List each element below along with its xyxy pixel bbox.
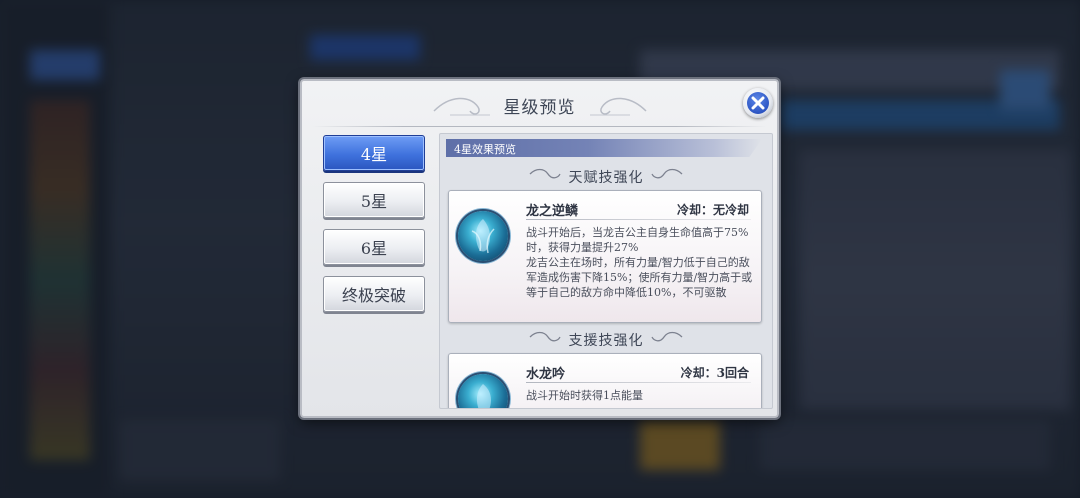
section-title-support: 支援技强化	[440, 330, 772, 350]
skill-cooldown: 冷却：无冷却	[676, 203, 749, 217]
section-right-ornament-icon	[651, 168, 683, 179]
section-right-ornament-icon	[651, 331, 683, 342]
close-button[interactable]	[743, 88, 773, 118]
tab-4-star[interactable]: 4星	[323, 135, 425, 171]
panel-header-label: 4星效果预览	[454, 143, 516, 156]
dialog-title: 星级预览	[503, 98, 576, 118]
card-divider	[526, 382, 751, 383]
dragon-skill-icon	[458, 211, 508, 261]
section-left-ornament-icon	[529, 168, 561, 179]
tab-ultimate-breakthrough[interactable]: 终极突破	[323, 276, 425, 312]
card-divider	[526, 219, 751, 220]
skill-description: 战斗开始时获得1点能量	[526, 389, 643, 402]
water-dragon-skill-icon	[458, 374, 508, 408]
skill-name: 水龙吟	[526, 367, 566, 382]
close-x-icon	[751, 96, 765, 110]
tab-5-star[interactable]: 5星	[323, 182, 425, 218]
skill-card-talent: 龙之逆鳞 冷却：无冷却 战斗开始后，当龙吉公主自身生命值高于75%时，获得力量提…	[448, 190, 762, 323]
section-left-ornament-icon	[529, 331, 561, 342]
skill-card-support: 水龙吟 冷却：3回合 战斗开始时获得1点能量	[448, 353, 762, 408]
section-title-talent: 天赋技强化	[440, 167, 772, 187]
skill-name: 龙之逆鳞	[526, 204, 579, 219]
skill-cooldown: 冷却：3回合	[680, 366, 749, 380]
skill-description: 战斗开始后，当龙吉公主自身生命值高于75%时，获得力量提升27% 龙吉公主在场时…	[526, 226, 753, 299]
star-preview-dialog: 星级预览 4星 5星 6星 终极突破 4星效果预览 天赋技强化 龙之逆鳞 冷却：…	[300, 79, 779, 418]
panel-header-banner: 4星效果预览	[446, 139, 762, 157]
tab-6-star[interactable]: 6星	[323, 229, 425, 265]
title-divider	[312, 126, 767, 127]
effect-preview-panel[interactable]: 4星效果预览 天赋技强化 龙之逆鳞 冷却：无冷却 战斗开始后，当龙吉公主自身生命…	[439, 133, 773, 409]
